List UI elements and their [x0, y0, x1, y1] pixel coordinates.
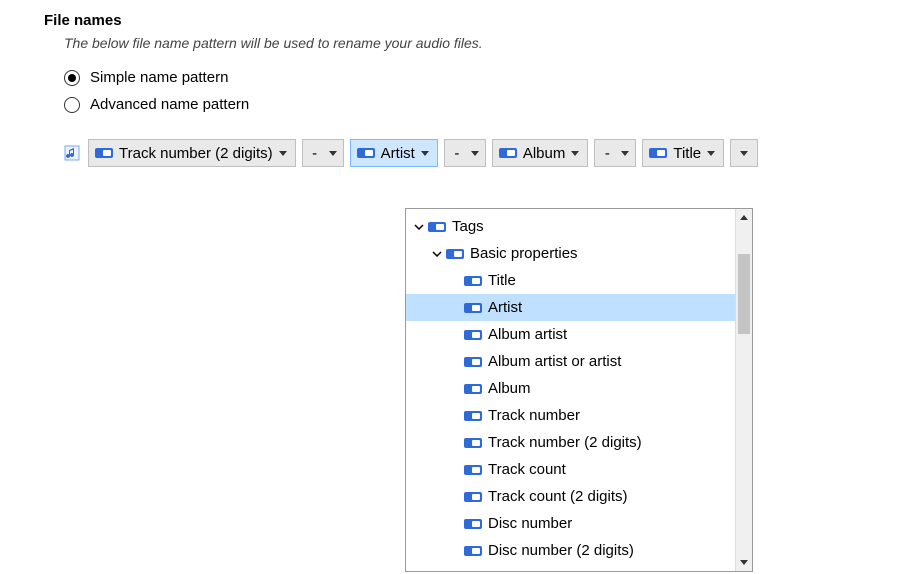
tag-tree: Tags Basic properties Title Artist Album art…	[406, 209, 752, 571]
scroll-thumb[interactable]	[738, 254, 750, 334]
tag-selector-dropdown: Tags Basic properties Title Artist Album art…	[405, 208, 753, 572]
separator-dropdown[interactable]: -	[302, 139, 344, 167]
token-album[interactable]: Album	[492, 139, 589, 167]
separator-dropdown[interactable]: -	[594, 139, 636, 167]
tree-item-label: Track count (2 digits)	[488, 488, 628, 505]
tree-item-label: Album artist	[488, 326, 567, 343]
token-label: Track number (2 digits)	[119, 145, 273, 162]
token-title[interactable]: Title	[642, 139, 724, 167]
tree-item-label: Disc number (2 digits)	[488, 542, 634, 559]
radio-simple-pattern[interactable]: Simple name pattern	[64, 69, 900, 86]
tree-item-label: Track number (2 digits)	[488, 434, 642, 451]
tree-item[interactable]: Disc number (2 digits)	[406, 537, 752, 564]
section-title: File names	[44, 12, 900, 29]
token-label: Album	[523, 145, 566, 162]
token-artist[interactable]: Artist	[350, 139, 438, 167]
scroll-down-button[interactable]	[736, 554, 752, 571]
tag-icon	[428, 222, 446, 232]
tree-item[interactable]: Title	[406, 267, 752, 294]
tag-icon	[464, 519, 482, 529]
tree-item-label: Tags	[452, 218, 484, 235]
tag-icon	[464, 303, 482, 313]
tree-item[interactable]: Track number	[406, 402, 752, 429]
scrollbar[interactable]	[735, 209, 752, 571]
tag-icon	[464, 438, 482, 448]
tree-item-label: Track count	[488, 461, 566, 478]
caret-down-icon	[707, 151, 715, 156]
tag-icon	[464, 384, 482, 394]
caret-down-icon	[740, 151, 748, 156]
add-token-button[interactable]	[730, 139, 758, 167]
scroll-up-button[interactable]	[736, 209, 752, 226]
token-label: Title	[673, 145, 701, 162]
tag-icon	[446, 249, 464, 259]
tag-icon	[464, 411, 482, 421]
tag-icon	[499, 148, 517, 158]
radio-label: Simple name pattern	[90, 69, 228, 86]
tag-icon	[357, 148, 375, 158]
tag-icon	[464, 276, 482, 286]
tag-icon	[464, 546, 482, 556]
token-track-number-2digits[interactable]: Track number (2 digits)	[88, 139, 296, 167]
tree-item[interactable]: Track count (2 digits)	[406, 483, 752, 510]
pattern-bar: Track number (2 digits) - Artist - Album…	[64, 139, 900, 167]
tree-item[interactable]: Disc number	[406, 510, 752, 537]
separator-text: -	[453, 145, 461, 162]
caret-down-icon	[471, 151, 479, 156]
radio-label: Advanced name pattern	[90, 96, 249, 113]
section-description: The below file name pattern will be used…	[64, 35, 900, 51]
tree-node-basic-properties[interactable]: Basic properties	[406, 240, 752, 267]
radio-advanced-pattern[interactable]: Advanced name pattern	[64, 96, 900, 113]
tree-item-label: Title	[488, 272, 516, 289]
tree-item[interactable]: Album artist	[406, 321, 752, 348]
scroll-track[interactable]	[736, 226, 752, 554]
tree-item-label: Album	[488, 380, 531, 397]
music-note-icon	[64, 145, 80, 161]
caret-down-icon	[571, 151, 579, 156]
tree-item-label: Artist	[488, 299, 522, 316]
separator-text: -	[603, 145, 611, 162]
tree-node-tags[interactable]: Tags	[406, 213, 752, 240]
tree-item[interactable]: Album artist or artist	[406, 348, 752, 375]
tree-item-label: Track number	[488, 407, 580, 424]
separator-dropdown[interactable]: -	[444, 139, 486, 167]
tree-item-label: Basic properties	[470, 245, 578, 262]
chevron-down-icon[interactable]	[412, 221, 426, 233]
caret-down-icon	[421, 151, 429, 156]
radio-icon	[64, 97, 80, 113]
token-label: Artist	[381, 145, 415, 162]
caret-down-icon	[279, 151, 287, 156]
tag-icon	[464, 357, 482, 367]
tree-item[interactable]: Album	[406, 375, 752, 402]
tag-icon	[649, 148, 667, 158]
separator-text: -	[311, 145, 319, 162]
tree-item[interactable]: Track number (2 digits)	[406, 429, 752, 456]
chevron-down-icon[interactable]	[430, 248, 444, 260]
tree-item[interactable]: Track count	[406, 456, 752, 483]
caret-down-icon	[621, 151, 629, 156]
radio-icon	[64, 70, 80, 86]
tree-item[interactable]: Artist	[406, 294, 752, 321]
tag-icon	[95, 148, 113, 158]
tag-icon	[464, 330, 482, 340]
tree-item-label: Disc number	[488, 515, 572, 532]
tree-item-label: Album artist or artist	[488, 353, 621, 370]
tag-icon	[464, 492, 482, 502]
caret-down-icon	[329, 151, 337, 156]
tag-icon	[464, 465, 482, 475]
